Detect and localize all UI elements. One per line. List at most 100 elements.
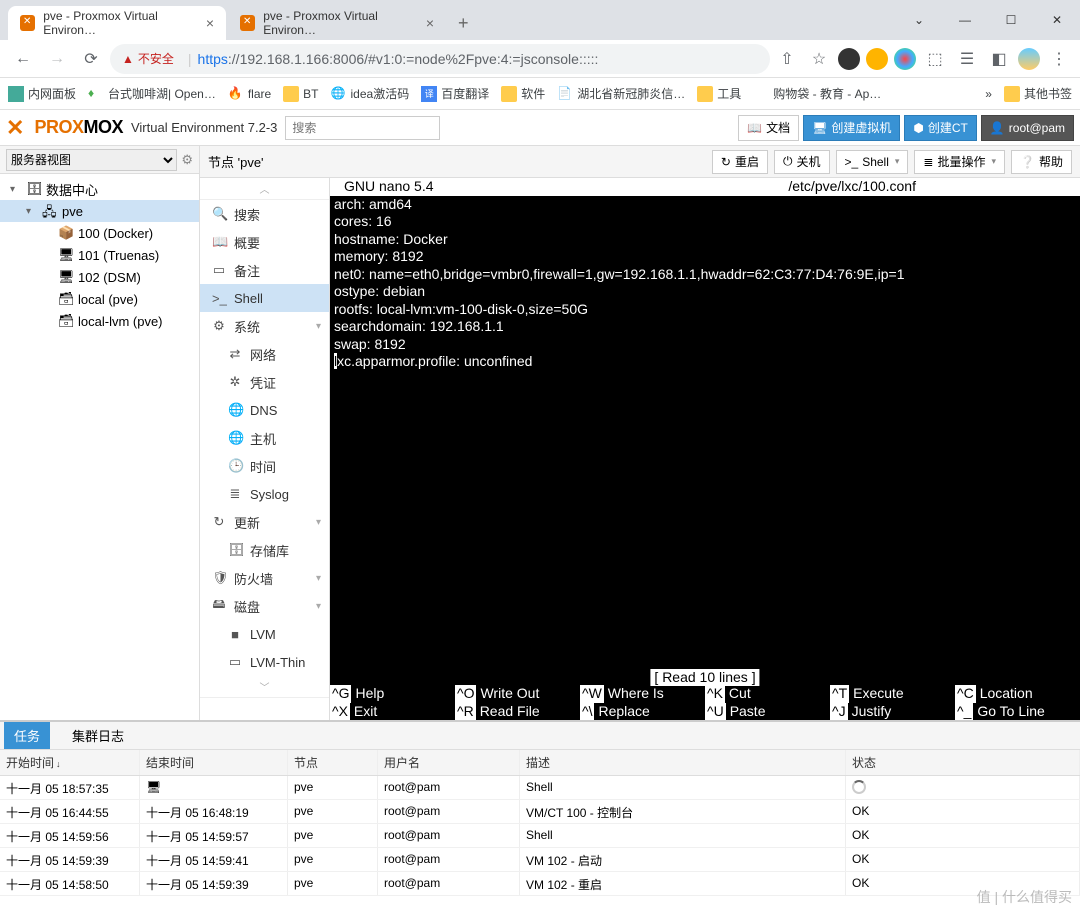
user-menu-button[interactable]: 👤root@pam [981,115,1074,141]
tab-cluster-log[interactable]: 集群日志 [62,722,134,749]
menu-item[interactable]: ✲凭证 [200,368,329,396]
folder-icon [283,86,299,102]
menu-item[interactable]: 🗄存储库 [200,536,329,564]
menu-item[interactable]: ■LVM [200,620,329,648]
terminal-icon: >_ [845,155,859,169]
tree-node[interactable]: 🖥102 (DSM) [0,266,199,288]
browser-tab-1[interactable]: pve - Proxmox Virtual Environ… × [228,6,446,40]
close-icon[interactable]: × [206,15,214,31]
bookmark-item[interactable]: ♦台式咖啡湖| Open… [88,85,216,102]
node-icon: 🖧 [42,203,58,219]
view-select[interactable]: 服务器视图 [6,149,177,171]
bookmark-item[interactable]: 🌐idea激活码 [331,85,410,102]
menu-item[interactable]: ⇄网络 [200,340,329,368]
col-status[interactable]: 状态 [846,750,1080,775]
bookmark-star-icon[interactable]: ☆ [806,46,832,72]
bookmark-item[interactable]: 软件 [501,85,545,102]
help-button[interactable]: ❔帮助 [1011,150,1072,174]
new-tab-button[interactable]: + [448,7,479,40]
task-row[interactable]: 十一月 05 14:59:56十一月 05 14:59:57pveroot@pa… [0,824,1080,848]
maximize-button[interactable]: ☐ [988,0,1034,40]
collapse-up-icon[interactable]: ︿ [200,178,329,200]
close-button[interactable]: ✕ [1034,0,1080,40]
bookmarks-overflow[interactable]: » [985,87,992,101]
menu-icon[interactable]: ⋮ [1046,46,1072,72]
tree-node[interactable]: ▾🗄数据中心 [0,178,199,200]
tab-tasks[interactable]: 任务 [4,722,50,749]
resource-tree: ▾🗄数据中心▾🖧pve📦100 (Docker)🖥101 (Truenas)🖥1… [0,174,199,720]
shutdown-button[interactable]: ⏻关机 [774,150,830,174]
forward-button[interactable]: → [42,44,72,74]
bookmark-item[interactable]: 译百度翻译 [421,85,489,102]
menu-item[interactable]: 🔍搜索 [200,200,329,228]
other-bookmarks[interactable]: 其他书签 [1004,85,1072,102]
url-bar[interactable]: ▲ 不安全 | https://192.168.1.166:8006/#v1:0… [110,44,770,74]
profile-avatar-icon[interactable] [1018,48,1040,70]
browser-tab-0[interactable]: pve - Proxmox Virtual Environ… × [8,6,226,40]
bookmark-item[interactable]: 购物袋 - 教育 - Ap… [753,85,881,102]
chevron-down-icon: ▾ [316,601,321,612]
tree-node[interactable]: 📦100 (Docker) [0,222,199,244]
back-button[interactable]: ← [8,44,38,74]
extension-icon[interactable] [866,48,888,70]
share-icon[interactable]: ⇧ [774,46,800,72]
shell-terminal[interactable]: GNU nano 5.4/etc/pve/lxc/100.conf arch: … [330,178,1080,720]
reading-list-icon[interactable]: ☰ [954,46,980,72]
bookmark-item[interactable]: 📄湖北省新冠肺炎信… [557,85,685,102]
tree-node[interactable]: 🗃local (pve) [0,288,199,310]
col-end-time[interactable]: 结束时间 [140,750,288,775]
menu-item[interactable]: 🖴磁盘▾ [200,592,329,620]
chevron-down-icon[interactable]: ⌄ [896,0,942,40]
global-search-input[interactable] [285,116,440,140]
bookmark-item[interactable]: BT [283,86,318,102]
bulk-actions-button[interactable]: ≣批量操作▾ [914,150,1005,174]
tree-node[interactable]: 🗃local-lvm (pve) [0,310,199,332]
collapse-down-icon[interactable]: ﹀ [200,676,329,698]
menu-item[interactable]: 🛡防火墙▾ [200,564,329,592]
shell-dropdown-button[interactable]: >_Shell▾ [836,150,909,174]
menu-item[interactable]: 🕒时间 [200,452,329,480]
tab-favicon-icon [20,15,35,31]
col-user[interactable]: 用户名 [378,750,520,775]
docs-button[interactable]: 📖文档 [738,115,799,141]
create-vm-button[interactable]: 🖥创建虚拟机 [803,115,900,141]
reload-button[interactable]: ⟳ [76,44,106,74]
menu-item[interactable]: 📖概要 [200,228,329,256]
menu-item[interactable]: ▭LVM-Thin [200,648,329,676]
task-log-panel: 任务 集群日志 开始时间↓ 结束时间 节点 用户名 描述 状态 十一月 05 1… [0,720,1080,915]
task-row[interactable]: 十一月 05 16:44:55十一月 05 16:48:19pveroot@pa… [0,800,1080,824]
grid-icon [8,86,24,102]
menu-item[interactable]: >_Shell [200,284,329,312]
menu-item[interactable]: ≣Syslog [200,480,329,508]
minimize-button[interactable]: — [942,0,988,40]
col-node[interactable]: 节点 [288,750,378,775]
task-row[interactable]: 十一月 05 14:58:50十一月 05 14:59:39pveroot@pa… [0,872,1080,896]
task-row[interactable]: 十一月 05 14:59:39十一月 05 14:59:41pveroot@pa… [0,848,1080,872]
bookmark-item[interactable]: 内网面板 [8,85,76,102]
tree-label: 数据中心 [46,180,98,199]
extension-icon[interactable] [838,48,860,70]
col-desc[interactable]: 描述 [520,750,846,775]
col-start-time[interactable]: 开始时间↓ [0,750,140,775]
tree-node[interactable]: 🖥101 (Truenas) [0,244,199,266]
bookmark-item[interactable]: 🔥flare [228,86,271,102]
menu-item[interactable]: 🌐主机 [200,424,329,452]
gear-icon[interactable]: ⚙ [181,152,193,168]
tree-node[interactable]: ▾🖧pve [0,200,199,222]
create-ct-button[interactable]: ⬢创建CT [904,115,976,141]
task-row[interactable]: 十一月 05 18:57:35🖥pveroot@pamShell [0,776,1080,800]
sidepanel-icon[interactable]: ◧ [986,46,1012,72]
spinner-icon [852,780,866,794]
bookmark-item[interactable]: 工具 [697,85,741,102]
close-icon[interactable]: × [426,15,434,31]
menu-icon: 🌐 [228,402,242,418]
extension-icon[interactable] [894,48,916,70]
menu-item[interactable]: ▭备注 [200,256,329,284]
reboot-button[interactable]: ↻重启 [712,150,768,174]
url-text: https://192.168.1.166:8006/#v1:0:=node%2… [198,51,599,67]
menu-item[interactable]: 🌐DNS [200,396,329,424]
menu-item[interactable]: ↻更新▾ [200,508,329,536]
extensions-icon[interactable]: ⬚ [922,46,948,72]
storage-icon: 🗃 [58,291,74,307]
menu-item[interactable]: ⚙系统▾ [200,312,329,340]
